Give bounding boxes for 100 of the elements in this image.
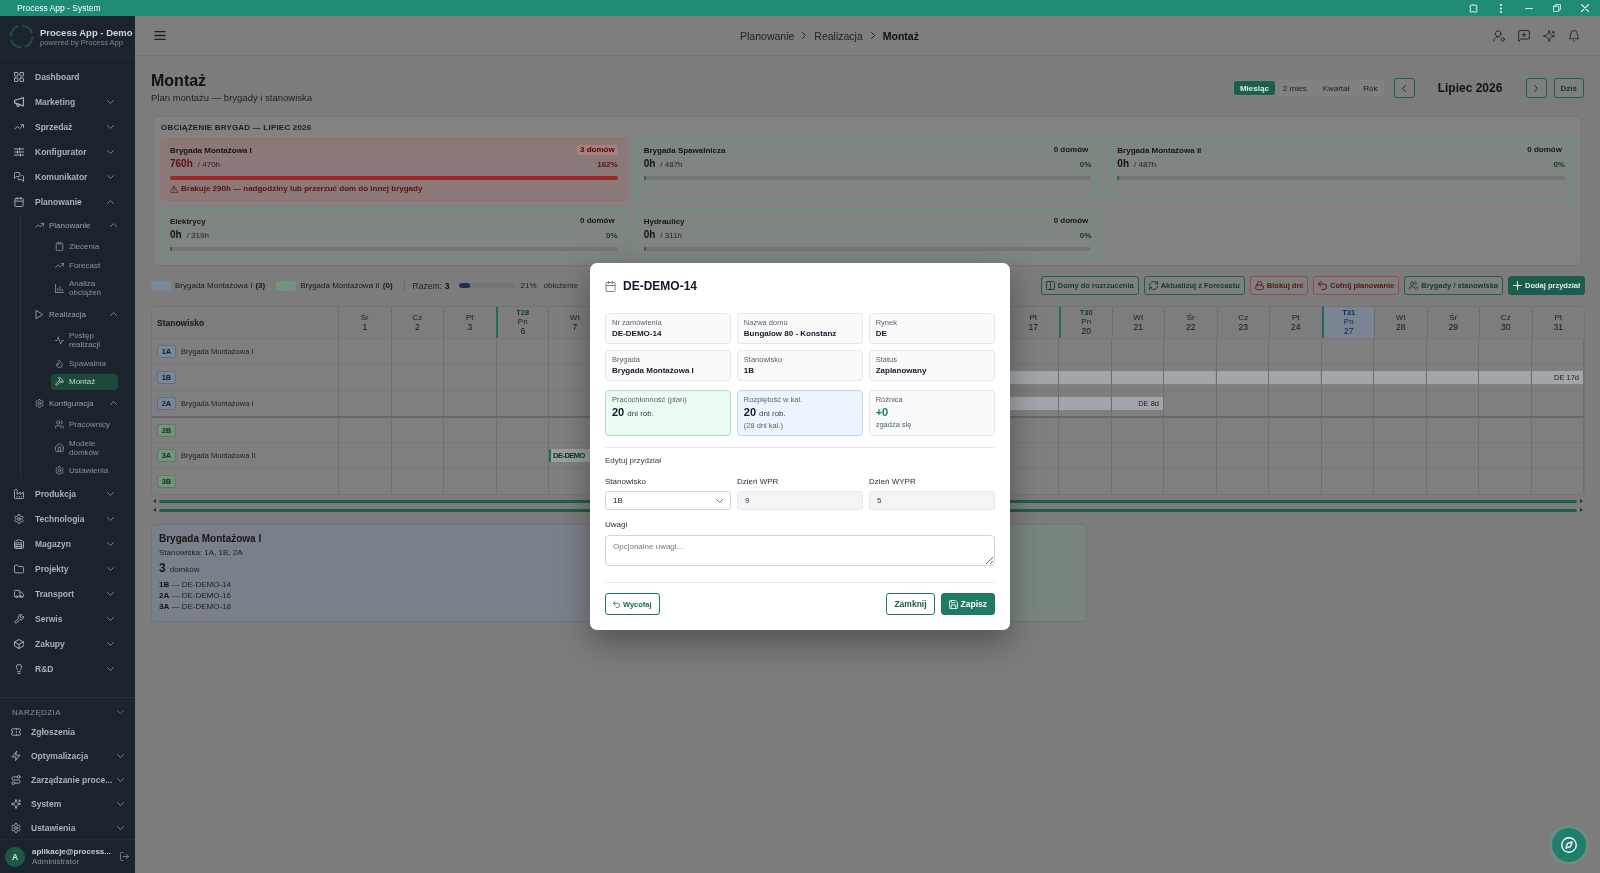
- sidebar-item[interactable]: Sprzedaż: [8, 114, 118, 139]
- weekday-label: Wt: [569, 313, 580, 322]
- bell-icon[interactable]: [1568, 29, 1580, 42]
- sidebar-item[interactable]: Ustawienia: [51, 462, 118, 479]
- weekday-label: Pn: [1081, 317, 1092, 326]
- view-tab[interactable]: Rok: [1357, 81, 1384, 95]
- sidebar-item[interactable]: Zlecenia: [51, 238, 118, 255]
- previous-button[interactable]: [1393, 78, 1415, 98]
- sidebar-item[interactable]: Optymalizacja: [4, 744, 128, 768]
- info-value: Zaplanowany: [875, 365, 928, 376]
- percent-value: 0%: [1079, 159, 1092, 171]
- breadcrumb-link[interactable]: Planowanie: [740, 29, 795, 42]
- gear-icon: [35, 398, 44, 408]
- sidebar-item[interactable]: Konfigurator: [8, 139, 118, 164]
- sidebar-item[interactable]: Komunikator: [8, 164, 118, 189]
- field-label: Dzień WYPR: [869, 477, 917, 486]
- minimize-icon[interactable]: [1525, 7, 1533, 9]
- sidebar-item[interactable]: Zgłoszenia: [4, 720, 128, 744]
- sparkles-icon[interactable]: [1543, 29, 1555, 42]
- sidebar-item[interactable]: Projekty: [8, 556, 118, 581]
- hours-value: 0h: [643, 158, 656, 170]
- sidebar-item[interactable]: Analiza obciążeń: [51, 275, 118, 301]
- trend-up-icon: [35, 220, 44, 230]
- house-icon: [55, 443, 64, 452]
- menu-icon[interactable]: [154, 31, 166, 40]
- view-tab[interactable]: Miesiąc: [1233, 81, 1275, 95]
- user-settings-icon[interactable]: [1493, 29, 1505, 42]
- info-value: DE-DEMO-14: [612, 328, 663, 339]
- house-count-number: 3: [159, 561, 166, 575]
- close-button[interactable]: Zamknij: [886, 593, 935, 615]
- trend-up-icon: [55, 260, 64, 270]
- breadcrumb-link[interactable]: Realizacja: [814, 29, 863, 42]
- sidebar-item[interactable]: Transport: [8, 581, 118, 606]
- sidebar-item[interactable]: Realizacja: [21, 303, 118, 325]
- sidebar-item[interactable]: Forecast: [51, 257, 118, 273]
- view-tab[interactable]: 2 mies.: [1276, 81, 1315, 95]
- notes-field[interactable]: Opcjonalne uwagi...: [605, 535, 995, 566]
- sidebar-item[interactable]: Planowanie: [21, 214, 118, 236]
- hours-capacity: / 319h: [186, 230, 209, 242]
- hours-capacity: / 487h: [1134, 159, 1157, 171]
- day-number: 20: [1081, 326, 1091, 336]
- chevron-left-icon: [1402, 84, 1407, 92]
- undo-icon: [1318, 281, 1328, 290]
- brigade-name: Brygada Spawalnicza: [643, 145, 726, 155]
- day-number: 7: [572, 322, 578, 332]
- summary-stations: Stanowiska: 1A, 1B, 2A: [159, 548, 244, 558]
- avatar: A: [5, 846, 25, 867]
- restore-icon[interactable]: [1553, 4, 1561, 12]
- weekday-label: Śr: [360, 313, 369, 322]
- field-label: Dzień WPR: [737, 477, 780, 486]
- sidebar-item[interactable]: Montaż: [51, 373, 118, 390]
- sidebar-item[interactable]: R&D: [8, 656, 118, 681]
- folder-icon: [14, 563, 24, 574]
- calendar-icon: [605, 280, 616, 292]
- day-number: 29: [1448, 322, 1458, 332]
- sidebar-item[interactable]: Marketing: [8, 89, 118, 114]
- view-tab[interactable]: Kwartał: [1316, 81, 1356, 95]
- brigade-name: Elektrycy: [170, 216, 206, 226]
- save-button[interactable]: Zapisz: [940, 593, 995, 615]
- sidebar-item[interactable]: Serwis: [8, 606, 118, 631]
- puzzle-icon[interactable]: [1468, 3, 1478, 13]
- section-header: NARZĘDZIA: [12, 707, 61, 717]
- sidebar-item[interactable]: Magazyn: [8, 531, 118, 556]
- user-name: aplikacje@process...: [32, 846, 112, 857]
- day-number: 23: [1238, 322, 1248, 332]
- sidebar-item[interactable]: Spawalnia: [51, 355, 118, 371]
- dialog-title: DE-DEMO-14: [623, 279, 697, 293]
- sidebar-item[interactable]: Pracownicy: [51, 416, 118, 433]
- megaphone-icon: [14, 96, 24, 107]
- weekday-label: Pt: [1554, 313, 1563, 322]
- weekday-label: Pn: [517, 317, 528, 326]
- chevron-down-icon[interactable]: [117, 710, 124, 714]
- lightning-icon: [11, 751, 21, 761]
- weekday-label: Pt: [1029, 313, 1038, 322]
- chat-plus-icon[interactable]: [1518, 29, 1530, 42]
- warning-text: Brakuje 290h — nadgodziny lub przerzuć dom do innej brygady: [181, 184, 423, 194]
- sidebar-item[interactable]: Planowanie: [8, 189, 118, 214]
- day-number: 6: [520, 326, 526, 336]
- sidebar-item[interactable]: Konfiguracja: [21, 392, 118, 414]
- percent-value: 162%: [597, 159, 618, 171]
- stat-unit: dni rob.: [627, 408, 654, 420]
- sidebar-item[interactable]: Technologia: [8, 506, 118, 531]
- house-count-badge: 3 domów: [577, 145, 618, 155]
- sidebar-item[interactable]: Postęp realizacji: [51, 327, 118, 353]
- wrench-icon: [14, 613, 24, 624]
- sidebar-item[interactable]: Ustawienia: [4, 816, 128, 840]
- sidebar-item[interactable]: Dashboard: [8, 64, 118, 89]
- next-button[interactable]: [1525, 78, 1547, 98]
- sidebar-item[interactable]: Modele domków: [51, 435, 118, 460]
- sidebar-item[interactable]: System: [4, 792, 128, 816]
- sidebar-item[interactable]: Zakupy: [8, 631, 118, 656]
- hours-capacity: / 470h: [197, 159, 221, 171]
- sidebar-item[interactable]: Produkcja: [8, 481, 118, 506]
- station-select[interactable]: 1B: [605, 491, 731, 510]
- weekday-label: Cz: [1238, 313, 1249, 322]
- close-icon[interactable]: [1581, 4, 1589, 12]
- logout-icon[interactable]: [120, 852, 129, 861]
- sidebar-item[interactable]: Zarządzanie proce...: [4, 768, 128, 792]
- hours-value: 0h: [643, 229, 656, 241]
- day-number: 22: [1186, 322, 1196, 332]
